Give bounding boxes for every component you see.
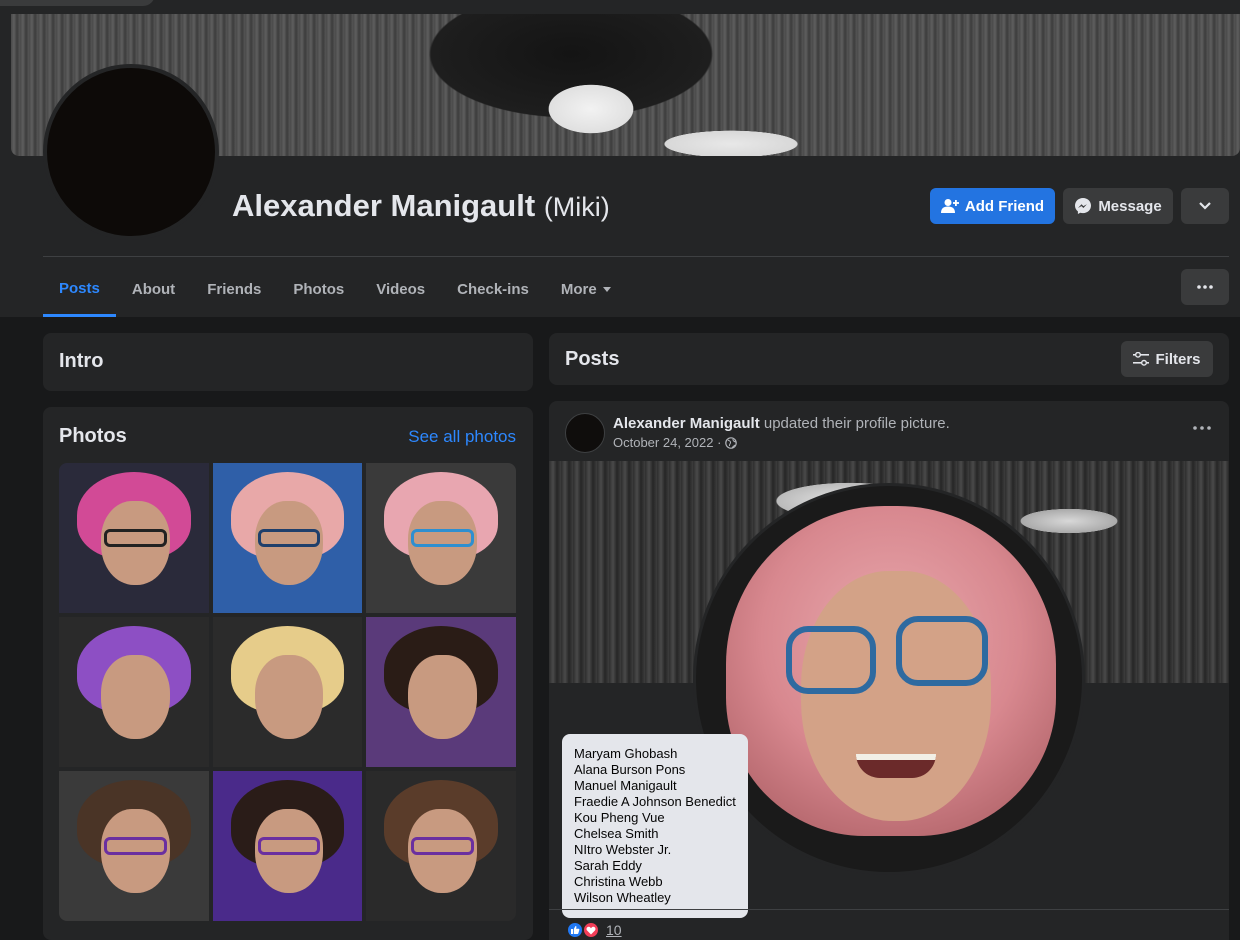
reactor-name: Manuel Manigault xyxy=(574,778,677,793)
reactor-name: Maryam Ghobash xyxy=(574,746,678,761)
photo-grid xyxy=(59,463,516,921)
tab-about[interactable]: About xyxy=(116,262,191,317)
message-label: Message xyxy=(1098,197,1162,215)
tab-more[interactable]: More xyxy=(545,262,627,317)
post-author-name[interactable]: Alexander Manigault xyxy=(613,415,760,432)
profile-name: Alexander Manigault (Miki) xyxy=(232,188,610,224)
profile-more-button[interactable] xyxy=(1181,188,1229,224)
intro-card: Intro xyxy=(43,333,533,391)
photo-thumbnail[interactable] xyxy=(366,617,516,767)
reactor-name: Kou Pheng Vue xyxy=(574,810,665,825)
reactor-name: Alana Burson Pons xyxy=(574,762,686,777)
photo-thumbnail[interactable] xyxy=(59,771,209,921)
ellipsis-icon xyxy=(1197,285,1213,289)
reactions-summary[interactable]: 10 xyxy=(566,921,622,939)
add-friend-label: Add Friend xyxy=(964,197,1045,215)
post-action-text: updated their profile picture. xyxy=(759,415,950,432)
see-all-photos-link[interactable]: See all photos xyxy=(408,427,516,447)
post-author-avatar[interactable] xyxy=(565,413,605,453)
tab-posts[interactable]: Posts xyxy=(43,262,116,317)
post-meta: October 24, 2022 · xyxy=(613,435,738,450)
photo-thumbnail[interactable] xyxy=(366,771,516,921)
photo-thumbnail[interactable] xyxy=(59,463,209,613)
reactor-name: Fraedie A Johnson Benedict xyxy=(574,794,736,809)
reactors-tooltip: Maryam Ghobash Alana Burson Pons Manuel … xyxy=(562,734,748,918)
globe-icon xyxy=(725,436,738,449)
tab-more-label: More xyxy=(560,281,597,298)
photo-thumbnail[interactable] xyxy=(212,617,363,767)
photo-thumbnail[interactable] xyxy=(212,771,363,921)
add-friend-button[interactable]: Add Friend xyxy=(930,188,1055,224)
post-author-line: Alexander Manigault updated their profil… xyxy=(613,415,950,432)
message-button[interactable]: Message xyxy=(1063,188,1173,224)
sliders-icon xyxy=(1133,352,1150,366)
tab-friends[interactable]: Friends xyxy=(191,262,277,317)
messenger-icon xyxy=(1075,198,1092,214)
reactor-name: Chelsea Smith xyxy=(574,826,659,841)
post-date[interactable]: October 24, 2022 · xyxy=(613,435,721,450)
photos-card: Photos See all photos xyxy=(43,407,533,940)
profile-tabs: Posts About Friends Photos Videos Check-… xyxy=(43,262,627,317)
post-picture-glasses-left xyxy=(786,626,876,694)
profile-name-alt: (Miki) xyxy=(543,192,610,222)
top-tab-pill xyxy=(0,0,155,6)
reactor-name: Sarah Eddy xyxy=(574,858,642,873)
post-profile-picture[interactable] xyxy=(693,483,1085,875)
chevron-down-icon xyxy=(1199,202,1211,210)
reactor-name: Christina Webb xyxy=(574,874,663,889)
tab-photos[interactable]: Photos xyxy=(277,262,360,317)
reactor-name: NItro Webster Jr. xyxy=(574,842,672,857)
ellipsis-icon xyxy=(1193,426,1211,430)
caret-down-icon xyxy=(602,287,611,292)
reactions-divider xyxy=(549,909,1229,910)
tabs-options-button[interactable] xyxy=(1181,269,1229,305)
reactor-name: Wilson Wheatley xyxy=(574,890,671,905)
filters-label: Filters xyxy=(1155,350,1201,368)
tab-videos[interactable]: Videos xyxy=(360,262,441,317)
tab-check-ins[interactable]: Check-ins xyxy=(441,262,545,317)
photo-thumbnail[interactable] xyxy=(366,463,516,613)
profile-avatar[interactable] xyxy=(43,64,219,240)
person-plus-icon xyxy=(940,199,959,213)
post-picture-face xyxy=(801,571,991,821)
post-picture-glasses-right xyxy=(896,616,988,686)
photo-thumbnail[interactable] xyxy=(59,617,209,767)
photos-title: Photos xyxy=(59,425,127,447)
posts-title: Posts xyxy=(565,348,620,370)
filters-button[interactable]: Filters xyxy=(1121,341,1213,377)
reaction-count[interactable]: 10 xyxy=(606,922,622,938)
post-picture-mouth xyxy=(856,754,936,778)
heart-icon xyxy=(582,921,600,939)
post-options-button[interactable] xyxy=(1193,417,1211,435)
photo-thumbnail[interactable] xyxy=(212,463,363,613)
browser-top-strip xyxy=(0,0,1240,14)
profile-name-primary: Alexander Manigault xyxy=(232,188,536,223)
header-divider xyxy=(43,256,1229,257)
intro-title: Intro xyxy=(59,350,104,372)
